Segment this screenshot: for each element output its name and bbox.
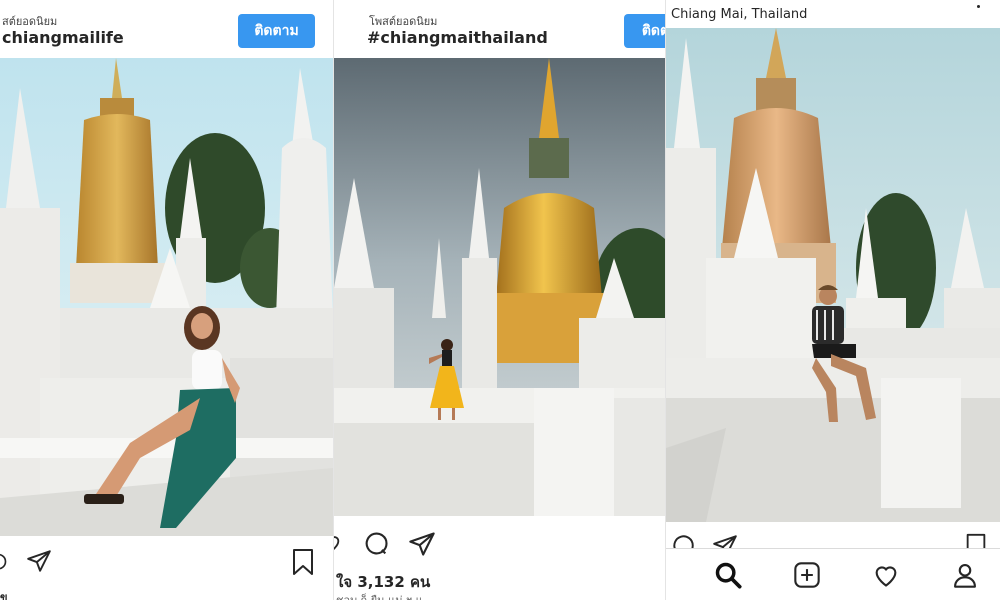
comment-bubble-icon[interactable] [0, 550, 8, 574]
post-location[interactable]: Chiang Mai, Thailand [671, 7, 807, 22]
bookmark-icon[interactable] [291, 548, 315, 576]
heart-icon[interactable] [334, 530, 342, 556]
more-options-icon[interactable] [977, 5, 980, 8]
paper-plane-icon[interactable] [408, 530, 436, 558]
post-panel-3: Chiang Mai, Thailand [666, 0, 1000, 600]
follow-button[interactable]: ติดตาม [624, 14, 665, 48]
post-hashtag[interactable]: #chiangmaithailand [367, 28, 548, 47]
temple-photo-man [666, 28, 1000, 522]
temple-photo-woman [0, 58, 333, 536]
profile-icon[interactable] [951, 561, 979, 589]
caption-fragment: ชอบ ก็ ยืน แม่ ฯ แ [336, 591, 423, 600]
post-panel-1: สต์ยอดนิยม chiangmailife ติดตาม ข [0, 0, 333, 600]
post-panel-2: - โพสต์ยอดนิยม #chiangmaithailand ติดตาม [334, 0, 665, 600]
bottom-nav-bar [666, 548, 1000, 600]
follow-button[interactable]: ติดตาม [238, 14, 315, 48]
post-hashtag[interactable]: chiangmailife [2, 28, 124, 47]
post-photo[interactable] [334, 58, 665, 516]
heart-icon[interactable] [872, 561, 900, 589]
add-post-icon[interactable] [793, 561, 821, 589]
post-header: สต์ยอดนิยม chiangmailife ติดตาม [0, 0, 333, 58]
temple-photo-yellow-skirt [334, 58, 665, 516]
post-photo[interactable] [0, 58, 333, 536]
caption-fragment: ข [0, 591, 8, 600]
post-header: - โพสต์ยอดนิยม #chiangmaithailand ติดตาม [334, 0, 665, 58]
search-icon[interactable] [714, 561, 742, 589]
paper-plane-icon[interactable] [26, 548, 52, 574]
comment-bubble-icon[interactable] [362, 530, 390, 558]
post-photo[interactable] [666, 28, 1000, 522]
